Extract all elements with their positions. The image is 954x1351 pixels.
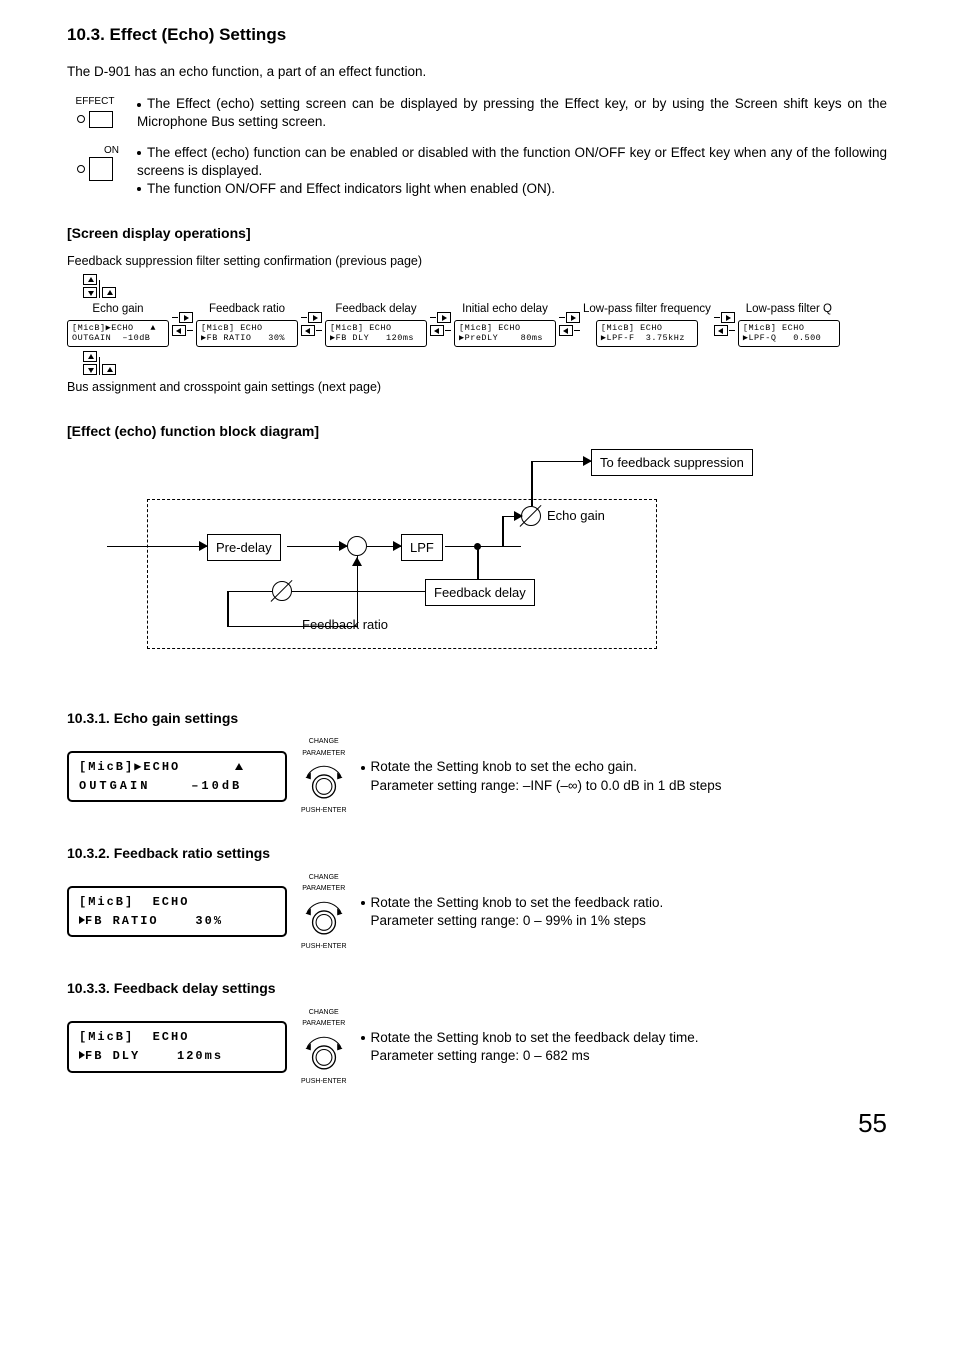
screen-label: Low-pass filter frequency: [583, 302, 711, 318]
setting-knob-icon: CHANGEPARAMETER PUSH-ENTER: [301, 873, 347, 951]
echo-gain-desc: Rotate the Setting knob to set the echo …: [361, 758, 887, 794]
setting-knob-icon: CHANGEPARAMETER PUSH-ENTER: [301, 1008, 347, 1086]
screen-label: Echo gain: [92, 302, 143, 318]
predelay-box: Pre-delay: [207, 534, 281, 562]
feedback-delay-desc: Rotate the Setting knob to set the feedb…: [361, 1029, 887, 1065]
feedback-delay-heading: 10.3.3. Feedback delay settings: [67, 979, 887, 998]
effect-key-desc: The Effect (echo) setting screen can be …: [137, 95, 887, 131]
screen-label: Feedback ratio: [209, 302, 285, 318]
screen-flow: Echo gain [MicB]▶ECHO ▲ OUTGAIN –10dB Feed…: [67, 302, 887, 347]
screen-label: Feedback delay: [335, 302, 416, 318]
screen-node: Feedback delay [MicB] ECHO ▶FB DLY 120ms: [325, 302, 427, 347]
screen-ops-heading: [Screen display operations]: [67, 224, 887, 243]
sum-node-icon: [347, 536, 367, 556]
lcd-small: [MicB] ECHO ▶PreDLY 80ms: [454, 320, 556, 347]
echo-gain-heading: 10.3.1. Echo gain settings: [67, 709, 887, 728]
page-number: 55: [67, 1106, 887, 1141]
feedback-ratio-heading: 10.3.2. Feedback ratio settings: [67, 844, 887, 863]
feedback-delay-box: Feedback delay: [425, 579, 535, 607]
lcd-feedback-delay: [MicB] ECHO FB DLY 120ms: [67, 1021, 287, 1072]
on-key-icon: ON: [67, 144, 123, 182]
effect-key-icon: EFFECT: [67, 95, 123, 128]
key-icon: [89, 111, 113, 128]
nav-lr-icon: [430, 312, 451, 336]
screen-label: Low-pass filter Q: [746, 302, 832, 318]
feedback-suppression-box: To feedback suppression: [591, 449, 753, 477]
led-icon: [77, 115, 85, 123]
nav-lr-icon: [559, 312, 580, 336]
lcd-feedback-ratio: [MicB] ECHO FB RATIO 30%: [67, 886, 287, 937]
nav-updown-icon: [83, 351, 887, 375]
nav-lr-icon: [714, 312, 735, 336]
feedback-ratio-label: Feedback ratio: [302, 616, 388, 634]
screen-node: Low-pass filter Q [MicB] ECHO ▶LPF-Q 0.50…: [738, 302, 840, 347]
echo-gain-label: Echo gain: [547, 507, 605, 525]
feedback-ratio-desc: Rotate the Setting knob to set the feedb…: [361, 894, 887, 930]
screen-node: Low-pass filter frequency [MicB] ECHO ▶LP…: [583, 302, 711, 347]
nav-updown-icon: [83, 274, 887, 298]
lcd-echo-gain: [MicB]▶ECHO OUTGAIN –10dB: [67, 751, 287, 802]
lcd-small: [MicB] ECHO ▶FB RATIO 30%: [196, 320, 298, 347]
next-page-caption: Bus assignment and crosspoint gain setti…: [67, 379, 887, 396]
section-heading: 10.3. Effect (Echo) Settings: [67, 24, 887, 47]
setting-knob-icon: CHANGEPARAMETER PUSH-ENTER: [301, 737, 347, 815]
block-diagram-heading: [Effect (echo) function block diagram]: [67, 422, 887, 441]
lcd-small: [MicB] ECHO ▶LPF-F 3.75kHz: [596, 320, 698, 347]
lpf-box: LPF: [401, 534, 443, 562]
screen-node: Feedback ratio [MicB] ECHO ▶FB RATIO 30%: [196, 302, 298, 347]
effect-key-label: EFFECT: [76, 95, 115, 109]
led-icon: [77, 165, 85, 173]
screen-node: Initial echo delay [MicB] ECHO ▶PreDLY 80…: [454, 302, 556, 347]
nav-lr-icon: [172, 312, 193, 336]
lcd-small: [MicB] ECHO ▶FB DLY 120ms: [325, 320, 427, 347]
nav-lr-icon: [301, 312, 322, 336]
on-key-label: ON: [104, 144, 119, 158]
lcd-small: [MicB] ECHO ▶LPF-Q 0.500: [738, 320, 840, 347]
key-icon: [89, 157, 113, 181]
screen-node: Echo gain [MicB]▶ECHO ▲ OUTGAIN –10dB: [67, 302, 169, 347]
block-diagram: Pre-delay LPF Echo gain To feedback supp…: [107, 451, 747, 681]
lcd-small: [MicB]▶ECHO ▲ OUTGAIN –10dB: [67, 320, 169, 347]
on-key-desc: The effect (echo) function can be enable…: [137, 144, 887, 199]
intro-text: The D-901 has an echo function, a part o…: [67, 63, 887, 81]
screen-label: Initial echo delay: [462, 302, 548, 318]
prev-page-caption: Feedback suppression filter setting conf…: [67, 253, 887, 270]
